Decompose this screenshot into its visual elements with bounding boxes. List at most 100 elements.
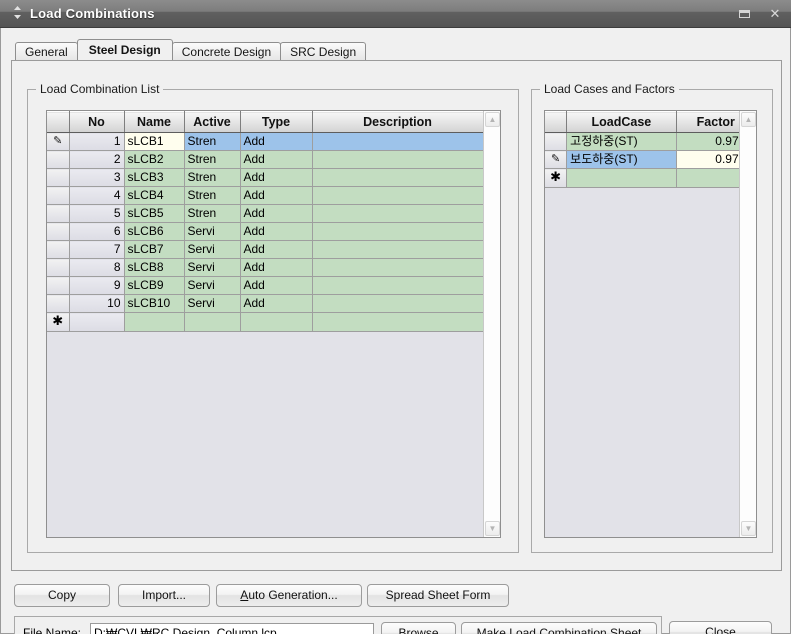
right-grid-vertical-scrollbar[interactable]: ▲ ▼ <box>739 111 756 537</box>
row-edit-marker[interactable] <box>545 132 568 151</box>
table-row[interactable]: 5 sLCB5 Stren Add <box>47 204 484 223</box>
cell-loadcase[interactable]: 고정하중(ST) <box>566 132 677 151</box>
col-header-type[interactable]: Type <box>240 111 313 133</box>
copy-button[interactable]: Copy <box>14 584 110 607</box>
cell-name[interactable]: sLCB8 <box>124 258 185 277</box>
tab-steel-design[interactable]: Steel Design <box>76 39 173 60</box>
row-edit-marker[interactable] <box>47 168 70 187</box>
row-edit-marker[interactable] <box>47 150 70 169</box>
table-row[interactable]: ✎ 1 sLCB1 Stren Add <box>47 132 484 151</box>
cell-active[interactable]: Stren <box>184 168 241 187</box>
cell-name[interactable]: sLCB2 <box>124 150 185 169</box>
cell-active[interactable]: Stren <box>184 186 241 205</box>
cell-no[interactable]: 7 <box>69 240 125 259</box>
cell-name[interactable]: sLCB1 <box>124 132 185 151</box>
row-edit-marker[interactable] <box>47 186 70 205</box>
cell-active[interactable] <box>184 312 241 332</box>
cell-description[interactable] <box>312 258 484 277</box>
cell-active[interactable]: Servi <box>184 240 241 259</box>
cell-name[interactable]: sLCB7 <box>124 240 185 259</box>
cell-type[interactable] <box>240 312 313 332</box>
table-row[interactable]: 6 sLCB6 Servi Add <box>47 222 484 241</box>
col-header-name[interactable]: Name <box>124 111 185 133</box>
cell-description[interactable] <box>312 312 484 332</box>
cell-description[interactable] <box>312 132 484 151</box>
tab-concrete-design[interactable]: Concrete Design <box>171 42 282 60</box>
cell-loadcase[interactable]: 보도하중(ST) <box>566 150 677 169</box>
cell-name[interactable]: sLCB9 <box>124 276 185 295</box>
cell-name[interactable]: sLCB5 <box>124 204 185 223</box>
make-load-combination-sheet-button[interactable]: Make Load Combination Sheet <box>461 622 657 634</box>
cell-type[interactable]: Add <box>240 186 313 205</box>
cell-description[interactable] <box>312 168 484 187</box>
cell-active[interactable]: Servi <box>184 294 241 313</box>
cell-description[interactable] <box>312 186 484 205</box>
cell-name[interactable]: sLCB10 <box>124 294 185 313</box>
scroll-up-icon[interactable]: ▲ <box>485 112 500 127</box>
cell-no[interactable]: 3 <box>69 168 125 187</box>
left-grid-vertical-scrollbar[interactable]: ▲ ▼ <box>483 111 500 537</box>
scroll-down-icon[interactable]: ▼ <box>741 521 756 536</box>
new-row-marker[interactable]: ✱ <box>545 168 568 188</box>
tab-general[interactable]: General <box>15 42 78 60</box>
import-button[interactable]: Import... <box>118 584 210 607</box>
row-edit-marker[interactable]: ✎ <box>545 150 568 169</box>
table-row[interactable]: 10 sLCB10 Servi Add <box>47 294 484 313</box>
col-header-description[interactable]: Description <box>312 111 484 133</box>
cell-no[interactable]: 1 <box>69 132 125 151</box>
cell-type[interactable]: Add <box>240 276 313 295</box>
cell-type[interactable]: Add <box>240 240 313 259</box>
spread-sheet-form-button[interactable]: Spread Sheet Form <box>367 584 509 607</box>
table-row[interactable]: 8 sLCB8 Servi Add <box>47 258 484 277</box>
restore-button[interactable] <box>737 6 753 22</box>
table-row[interactable]: ✱ <box>47 312 484 332</box>
browse-button[interactable]: Browse <box>381 622 456 634</box>
cell-active[interactable]: Servi <box>184 276 241 295</box>
cell-active[interactable]: Stren <box>184 132 241 151</box>
col-header-no[interactable]: No <box>69 111 125 133</box>
close-button[interactable]: Close <box>669 621 772 634</box>
cell-description[interactable] <box>312 150 484 169</box>
cell-type[interactable]: Add <box>240 222 313 241</box>
table-row[interactable]: 3 sLCB3 Stren Add <box>47 168 484 187</box>
col-header-loadcase[interactable]: LoadCase <box>566 111 677 133</box>
cell-name[interactable] <box>124 312 185 332</box>
scroll-down-icon[interactable]: ▼ <box>485 521 500 536</box>
cell-active[interactable]: Stren <box>184 204 241 223</box>
table-row[interactable]: 4 sLCB4 Stren Add <box>47 186 484 205</box>
scroll-up-icon[interactable]: ▲ <box>741 112 756 127</box>
row-edit-marker[interactable] <box>47 294 70 313</box>
table-row[interactable]: 2 sLCB2 Stren Add <box>47 150 484 169</box>
table-row[interactable]: ✎ 보도하중(ST) 0.9750 <box>545 150 756 169</box>
table-row[interactable]: 9 sLCB9 Servi Add <box>47 276 484 295</box>
auto-generation-button[interactable]: Auto Generation... <box>216 584 362 607</box>
cell-loadcase[interactable] <box>566 168 677 188</box>
row-edit-marker[interactable] <box>47 204 70 223</box>
cell-description[interactable] <box>312 204 484 223</box>
cell-name[interactable]: sLCB6 <box>124 222 185 241</box>
table-row[interactable]: ✱ <box>545 168 756 188</box>
cell-type[interactable]: Add <box>240 204 313 223</box>
col-header-active[interactable]: Active <box>184 111 241 133</box>
cell-active[interactable]: Servi <box>184 258 241 277</box>
cell-no[interactable]: 6 <box>69 222 125 241</box>
cell-no[interactable]: 4 <box>69 186 125 205</box>
cell-description[interactable] <box>312 294 484 313</box>
tab-src-design[interactable]: SRC Design <box>280 42 367 60</box>
close-window-icon[interactable]: ✕ <box>767 6 783 22</box>
col-header-select[interactable] <box>47 111 70 133</box>
cell-name[interactable]: sLCB3 <box>124 168 185 187</box>
cell-description[interactable] <box>312 240 484 259</box>
table-row[interactable]: 고정하중(ST) 0.9750 <box>545 132 756 151</box>
cell-no[interactable]: 2 <box>69 150 125 169</box>
cell-type[interactable]: Add <box>240 150 313 169</box>
cell-type[interactable]: Add <box>240 294 313 313</box>
row-edit-marker[interactable] <box>47 240 70 259</box>
row-edit-marker[interactable] <box>47 276 70 295</box>
cell-type[interactable]: Add <box>240 132 313 151</box>
row-edit-marker[interactable] <box>47 258 70 277</box>
table-row[interactable]: 7 sLCB7 Servi Add <box>47 240 484 259</box>
col-header-select[interactable] <box>545 111 568 133</box>
cell-type[interactable]: Add <box>240 258 313 277</box>
row-edit-marker[interactable] <box>47 222 70 241</box>
